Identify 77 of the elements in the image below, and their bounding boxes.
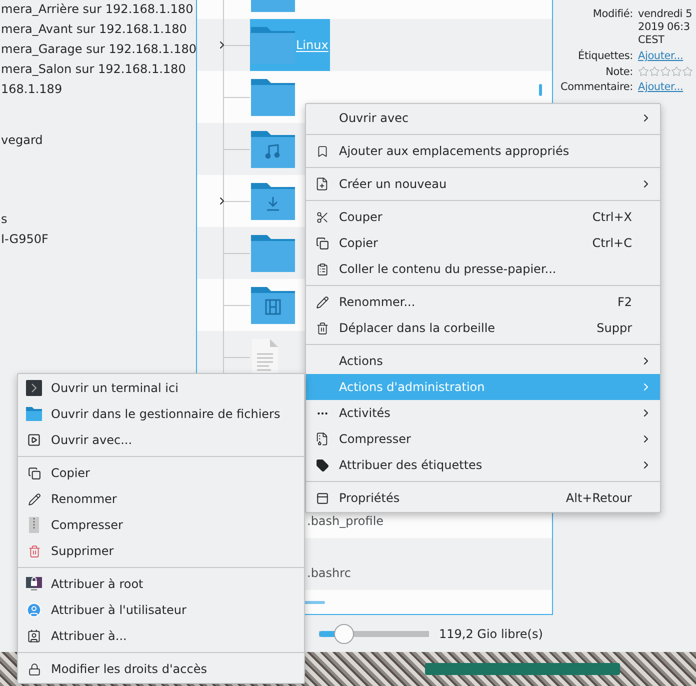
pencil-icon [316,296,328,308]
menu-item[interactable]: Attribuer des étiquettes [306,452,660,478]
menu-item[interactable]: Renommer... F2 [306,289,660,315]
file-name: Linux [296,38,328,52]
menu-item[interactable]: Ouvrir dans le gestionnaire de fichiers [18,401,304,427]
trash-icon [28,544,40,558]
shortcut-text: Alt+Retour [566,491,632,505]
folder-icon [250,77,296,117]
play-window-icon [27,433,41,447]
shortcut-text: F2 [617,295,632,309]
file-name[interactable]: .bash_profile [307,514,384,528]
lock-icon [28,662,40,676]
zipper-icon [29,517,39,533]
video-folder-icon [250,285,296,325]
user-list-icon [27,629,41,643]
shortcut-text: Ctrl+X [592,210,632,224]
menu-item[interactable]: Copier Ctrl+C [306,230,660,256]
archive-icon [315,432,329,446]
menu-item[interactable]: Ouvrir avec [306,105,660,131]
terminal-icon [26,380,42,396]
user-icon [26,602,42,618]
info-value: vendredi 5 2019 06:3 CEST [638,7,694,47]
menu-item[interactable]: Couper Ctrl+X [306,204,660,230]
menu-item[interactable]: Activités [306,400,660,426]
menu-item[interactable]: Attribuer à l'utilisateur [18,597,304,623]
menu-item[interactable]: Supprimer [18,538,304,564]
menu-item[interactable]: Copier [18,460,304,486]
menu-item[interactable]: Créer un nouveau [306,171,660,197]
menu-item[interactable]: Compresser [18,512,304,538]
add-link[interactable]: Ajouter... [638,50,684,62]
place-item[interactable]: mera_Arrière sur 192.168.1.180 [0,0,196,20]
info-label: Commentaire: [560,80,633,94]
pencil-icon [28,492,40,506]
menu-item[interactable]: Ouvrir avec... [18,427,304,453]
place-item[interactable]: mera_Salon sur 192.168.1.180 [0,60,196,80]
place-item[interactable]: mera_Avant sur 192.168.1.180 [0,20,196,40]
folder-icon [250,25,296,65]
menu-item[interactable]: Déplacer dans la corbeille Suppr [306,315,660,341]
free-space-text: 119,2 Gio libre(s) [439,626,543,640]
tag-icon [316,458,328,472]
menu-item[interactable]: Actions [306,348,660,374]
add-link[interactable]: Ajouter... [638,81,684,93]
info-label: Étiquettes: [577,49,633,63]
copy-icon [316,236,328,250]
scrollbar[interactable] [539,84,542,96]
properties-icon [316,492,328,504]
music-folder-icon [250,129,296,169]
menu-item[interactable]: Renommer [18,486,304,512]
menu-item[interactable]: Ouvrir un terminal ici [18,375,304,401]
place-item[interactable]: I-G950F [0,230,196,250]
trash-icon [316,322,328,334]
place-item[interactable]: vegard [0,131,196,151]
shortcut-text: Ctrl+C [592,236,632,250]
menu-item[interactable]: Ajouter aux emplacements appropriés [306,138,660,164]
place-item[interactable]: 168.1.189 [0,80,196,100]
place-item[interactable]: mera_Garage sur 192.168.1.180 [0,40,196,60]
menu-item[interactable]: Compresser [306,426,660,452]
file-name[interactable]: .bashrc [307,566,351,580]
menu-item[interactable]: Modifier les droits d'accès [18,656,304,682]
scissors-icon [316,210,328,224]
folder-icon [26,407,42,421]
menu-item[interactable]: Propriétés Alt+Retour [306,485,660,511]
monitor-lock-icon [26,576,42,592]
place-item[interactable]: s [0,210,196,230]
slider-thumb[interactable] [334,624,354,644]
new-file-icon [315,177,329,191]
clipboard-icon [316,262,328,276]
info-label: Modifié: [592,7,633,22]
menu-item[interactable]: Coller le contenu du presse-papier... [306,256,660,282]
download-folder-icon [250,181,296,221]
menu-item[interactable]: Attribuer à root [18,571,304,597]
info-label: Note: [604,65,633,78]
menu-item[interactable]: Attribuer à... [18,623,304,649]
copy-icon [28,466,40,480]
bookmark-icon [316,144,328,158]
folder-icon [250,233,296,273]
shortcut-text: Suppr [596,321,632,335]
